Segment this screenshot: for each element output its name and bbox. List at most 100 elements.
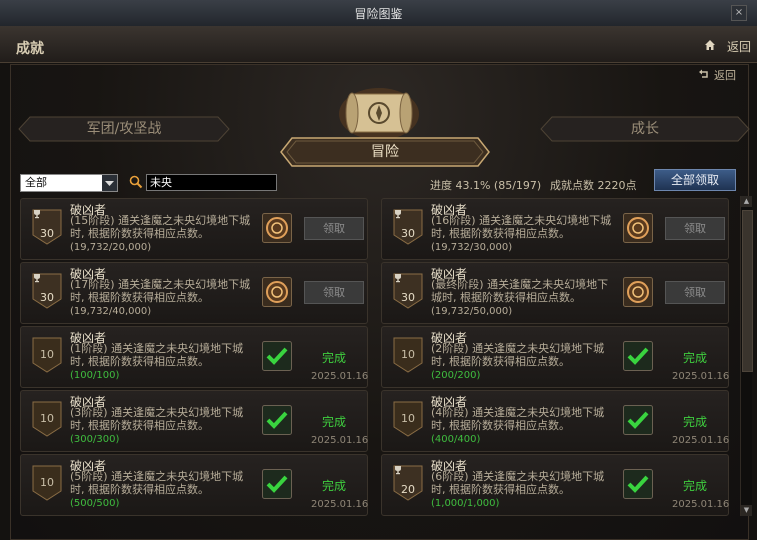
points-badge: 10 (393, 401, 423, 437)
achievement-card: 30 破凶者 (最终阶段) 通关逢魔之未央幻境地下城时, 根据阶数获得相应点数。 (1… (381, 262, 729, 324)
points-value: 30 (40, 227, 54, 240)
scroll-down-arrow-icon[interactable]: ▼ (741, 505, 752, 516)
claim-button[interactable]: 领取 (304, 217, 364, 240)
check-icon (262, 469, 292, 499)
chevron-down-icon[interactable] (102, 175, 117, 191)
achievement-description: (3阶段) 通关逢魔之未央幻境地下城时, 根据阶数获得相应点数。 (70, 406, 244, 432)
window-titlebar: 冒险图鉴 × (0, 0, 757, 27)
scroll-up-arrow-icon[interactable]: ▲ (741, 196, 752, 207)
achievement-description: (1阶段) 通关逢魔之未央幻境地下城时, 根据阶数获得相应点数。 (70, 342, 244, 368)
claim-all-button[interactable]: 全部领取 (654, 169, 736, 191)
achievement-progress: (19,732/20,000) (70, 242, 152, 253)
page-header: 成就 返回 (0, 26, 757, 63)
completed-date: 2025.01.16 (311, 435, 369, 446)
points-badge: 20 (393, 465, 423, 501)
list-scrollbar[interactable]: ▲ ▼ (740, 196, 753, 516)
home-icon[interactable] (704, 39, 716, 51)
reward-emblem-icon (262, 213, 292, 243)
search-icon (129, 175, 143, 189)
trophy-icon (395, 466, 401, 475)
check-icon (262, 341, 292, 371)
achievement-card: 30 破凶者 (15阶段) 通关逢魔之未央幻境地下城时, 根据阶数获得相应点数。 (1… (20, 198, 368, 260)
achievement-description: (17阶段) 通关逢魔之未央幻境地下城时, 根据阶数获得相应点数。 (70, 278, 251, 304)
tab-adventure[interactable]: 冒险 (280, 137, 490, 167)
achievement-progress: (100/100) (70, 370, 120, 381)
tab-guild-siege[interactable]: 军团/攻坚战 (18, 116, 230, 142)
points-value: 30 (401, 291, 415, 304)
sub-back-link[interactable]: 返回 (714, 67, 736, 83)
points-badge: 10 (32, 465, 62, 501)
achievement-progress: (1,000/1,000) (431, 498, 500, 509)
points-badge: 30 (393, 209, 423, 245)
achievement-card: 30 破凶者 (16阶段) 通关逢魔之未央幻境地下城时, 根据阶数获得相应点数。 (1… (381, 198, 729, 260)
points-badge: 10 (32, 401, 62, 437)
trophy-icon (34, 210, 40, 219)
points-value: 10 (40, 412, 54, 425)
tab-adventure-label: 冒险 (371, 144, 399, 160)
points-badge: 30 (393, 273, 423, 309)
achievement-description: (最终阶段) 通关逢魔之未央幻境地下城时, 根据阶数获得相应点数。 (431, 278, 609, 304)
check-icon (623, 405, 653, 435)
tab-guild-label: 军团/攻坚战 (86, 121, 162, 137)
points-value: 30 (40, 291, 54, 304)
achievement-progress: (19,732/30,000) (431, 242, 513, 253)
achievement-progress: (400/400) (431, 434, 481, 445)
check-icon (623, 341, 653, 371)
completed-label: 完成 (683, 479, 708, 493)
close-button[interactable]: × (731, 5, 747, 21)
achievement-card: 10 破凶者 (3阶段) 通关逢魔之未央幻境地下城时, 根据阶数获得相应点数。 (30… (20, 390, 368, 452)
completed-label: 完成 (322, 479, 347, 493)
claim-button[interactable]: 领取 (665, 217, 725, 240)
filter-selected-value: 全部 (25, 176, 47, 189)
points-value: 10 (40, 476, 54, 489)
claim-button[interactable]: 领取 (665, 281, 725, 304)
completed-date: 2025.01.16 (672, 435, 730, 446)
completed-date: 2025.01.16 (672, 371, 730, 382)
achievement-description: (5阶段) 通关逢魔之未央幻境地下城时, 根据阶数获得相应点数。 (70, 470, 244, 496)
trophy-icon (395, 274, 401, 283)
points-value: 30 (401, 227, 415, 240)
check-icon (623, 469, 653, 499)
completed-label: 完成 (322, 415, 347, 429)
points-value: 10 (40, 348, 54, 361)
achievement-card: 10 破凶者 (2阶段) 通关逢魔之未央幻境地下城时, 根据阶数获得相应点数。 (20… (381, 326, 729, 388)
achievement-card: 20 破凶者 (6阶段) 通关逢魔之未央幻境地下城时, 根据阶数获得相应点数。 (1,… (381, 454, 729, 516)
completed-label: 完成 (322, 351, 347, 365)
achievement-description: (4阶段) 通关逢魔之未央幻境地下城时, 根据阶数获得相应点数。 (431, 406, 605, 432)
achievement-progress: (19,732/40,000) (70, 306, 152, 317)
completed-label: 完成 (683, 351, 708, 365)
achievement-description: (6阶段) 通关逢魔之未央幻境地下城时, 根据阶数获得相应点数。 (431, 470, 605, 496)
scroll-thumb[interactable] (742, 210, 753, 372)
tab-growth-label: 成长 (631, 121, 659, 137)
points-badge: 30 (32, 209, 62, 245)
completed-date: 2025.01.16 (311, 371, 369, 382)
points-badge: 10 (32, 337, 62, 373)
completed-label: 完成 (683, 415, 708, 429)
progress-text: 进度 43.1% (85/197) (430, 179, 542, 192)
header-back-link[interactable]: 返回 (727, 38, 751, 55)
achievement-description: (2阶段) 通关逢魔之未央幻境地下城时, 根据阶数获得相应点数。 (431, 342, 605, 368)
achievement-card: 10 破凶者 (5阶段) 通关逢魔之未央幻境地下城时, 根据阶数获得相应点数。 (50… (20, 454, 368, 516)
achievement-points-text: 成就点数 2220点 (550, 179, 637, 192)
points-badge: 10 (393, 337, 423, 373)
category-filter-select[interactable]: 全部 (20, 174, 118, 192)
trophy-icon (395, 210, 401, 219)
search-input[interactable]: 未央 (146, 174, 277, 191)
window-title: 冒险图鉴 (354, 7, 403, 21)
completed-date: 2025.01.16 (672, 499, 730, 510)
check-icon (262, 405, 292, 435)
achievement-card: 30 破凶者 (17阶段) 通关逢魔之未央幻境地下城时, 根据阶数获得相应点数。 (1… (20, 262, 368, 324)
back-arrow-icon[interactable] (698, 68, 710, 80)
achievement-description: (15阶段) 通关逢魔之未央幻境地下城时, 根据阶数获得相应点数。 (70, 214, 251, 240)
points-value: 10 (401, 348, 415, 361)
completed-date: 2025.01.16 (311, 499, 369, 510)
tab-growth[interactable]: 成长 (540, 116, 750, 142)
achievement-progress: (200/200) (431, 370, 481, 381)
page-title: 成就 (16, 41, 44, 57)
points-badge: 30 (32, 273, 62, 309)
achievement-progress: (500/500) (70, 498, 120, 509)
reward-emblem-icon (623, 213, 653, 243)
adventure-scroll-icon (339, 88, 419, 140)
points-value: 10 (401, 412, 415, 425)
claim-button[interactable]: 领取 (304, 281, 364, 304)
